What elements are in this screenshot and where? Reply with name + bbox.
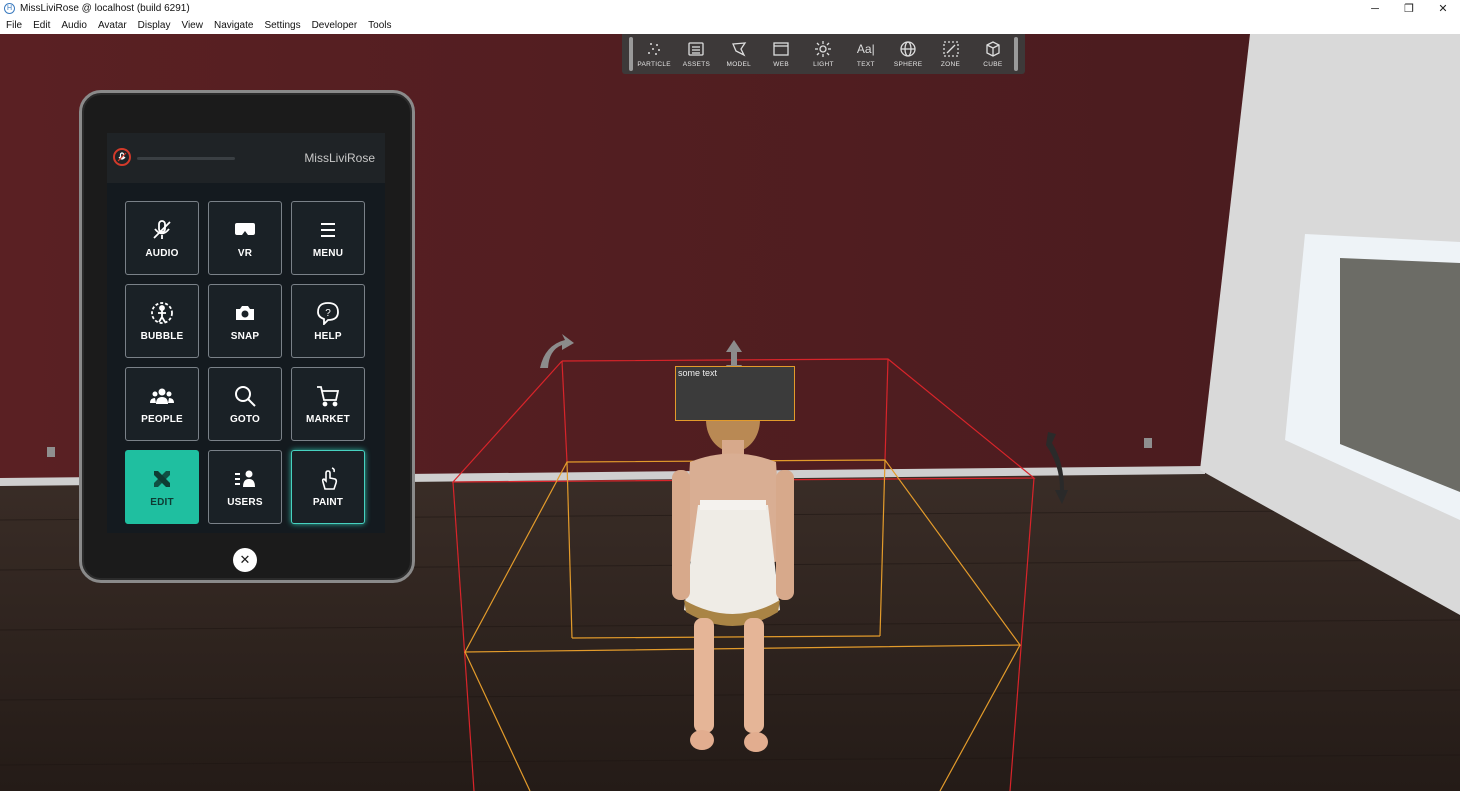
tablet-button-label: VR [237,247,253,259]
menu-developer[interactable]: Developer [312,20,358,31]
assets-icon [688,42,705,56]
menu-navigate[interactable]: Navigate [214,20,253,31]
tablet-button-audio[interactable]: AUDIO [125,201,199,275]
menu-edit[interactable]: Edit [33,20,50,31]
zone-icon [942,41,959,57]
tablet-button-label: BUBBLE [140,330,184,342]
tablet-button-label: EDIT [150,496,174,508]
tool-assets[interactable]: ASSETS [675,36,717,72]
wall-outlet [1144,438,1152,448]
users-list-icon [235,470,255,487]
tool-label: ZONE [940,61,961,68]
menu-avatar[interactable]: Avatar [98,20,127,31]
tool-label: PARTICLE [637,61,671,68]
tablet-button-market[interactable]: MARKET [291,367,365,441]
menu-settings[interactable]: Settings [264,20,300,31]
bubble-icon [151,301,173,324]
web-icon [773,42,789,56]
tablet-button-edit[interactable]: EDIT [125,450,199,524]
menu-display[interactable]: Display [138,20,171,31]
paint-hand-icon [321,466,338,490]
tablet-button-label: SNAP [230,330,260,342]
tablet-button-label: PAINT [312,496,344,508]
title-bar: H MissLiviRose @ localhost (build 6291) … [0,0,1460,17]
window-title: MissLiviRose @ localhost (build 6291) [20,3,190,14]
tool-label: MODEL [726,61,752,68]
mic-muted-icon[interactable] [113,148,131,166]
tablet-username: MissLiviRose [304,151,375,165]
app-icon: H [4,3,15,14]
menu-tools[interactable]: Tools [368,20,391,31]
tool-model[interactable]: MODEL [718,36,760,72]
help-icon: ? [317,301,339,325]
tablet-button-label: PEOPLE [141,413,183,425]
tablet-header: MissLiviRose [107,133,385,183]
menu-view[interactable]: View [181,20,203,31]
tablet-button-paint[interactable]: PAINT [291,450,365,524]
light-icon [815,41,832,57]
hamburger-icon [321,222,335,237]
tablet-button-help[interactable]: ? HELP [291,284,365,358]
tablet-button-people[interactable]: PEOPLE [125,367,199,441]
tool-web[interactable]: WEB [760,36,802,72]
tablet-button-goto[interactable]: GOTO [208,367,282,441]
tablet-button-menu[interactable]: MENU [291,201,365,275]
cube-icon [986,41,1000,57]
tablet-button-snap[interactable]: SNAP [208,284,282,358]
tablet-button-users[interactable]: USERS [208,450,282,524]
close-window-button[interactable]: ✕ [1426,0,1460,17]
sphere-icon [900,41,916,57]
mic-level-bar [137,157,235,160]
particle-icon [648,43,661,55]
wall-outlet [47,447,55,457]
tool-label: TEXT [856,61,875,68]
tablet-button-bubble[interactable]: BUBBLE [125,284,199,358]
tool-text[interactable]: Aa| TEXT [845,36,887,72]
mic-muted-icon [153,219,171,239]
menu-audio[interactable]: Audio [61,20,87,31]
people-icon [150,388,174,404]
tablet-app-grid: AUDIO VR MENU BUBBLE SNAP ? HELP PEOPLE … [125,201,367,524]
tablet-screen: MissLiviRose AUDIO VR MENU BUBBLE SNAP ?… [107,133,385,533]
tablet-button-label: GOTO [229,413,261,425]
tool-zone[interactable]: ZONE [929,36,971,72]
text-icon: Aa| [856,42,875,56]
text-entity[interactable]: some text [675,366,795,421]
tool-particle[interactable]: PARTICLE [633,36,675,72]
tablet-button-label: MENU [312,247,344,259]
tool-label: LIGHT [813,61,834,68]
svg-text:?: ? [325,308,331,319]
edit-tools-icon [154,470,170,487]
toolbar-grip-right[interactable] [1014,37,1018,71]
tablet-button-vr[interactable]: VR [208,201,282,275]
tablet-close-button[interactable]: ✕ [233,548,257,572]
menu-bar: File Edit Audio Avatar Display View Navi… [0,17,1460,34]
tool-label: CUBE [983,61,1003,68]
tablet-button-label: USERS [227,496,263,508]
model-icon [731,42,747,57]
restore-button[interactable]: ❐ [1392,0,1426,17]
menu-file[interactable]: File [6,20,22,31]
minimize-button[interactable]: ─ [1358,0,1392,17]
cart-icon [317,385,340,406]
tablet-button-label: MARKET [306,413,350,425]
create-toolbar: PARTICLE ASSETS MODEL WEB LIGHT Aa| TEXT… [622,34,1025,74]
tool-label: ASSETS [682,61,711,68]
tablet-button-label: AUDIO [145,247,179,259]
camera-icon [236,305,254,320]
tool-light[interactable]: LIGHT [802,36,844,72]
text-entity-label: some text [678,368,718,378]
search-icon [235,385,256,407]
vr-headset-icon [235,222,255,235]
tool-sphere[interactable]: SPHERE [887,36,929,72]
tool-label: WEB [773,61,789,68]
tool-label: SPHERE [893,61,923,68]
tablet-button-label: HELP [314,330,342,342]
tablet-panel: MissLiviRose AUDIO VR MENU BUBBLE SNAP ?… [79,90,415,583]
tool-cube[interactable]: CUBE [972,36,1014,72]
